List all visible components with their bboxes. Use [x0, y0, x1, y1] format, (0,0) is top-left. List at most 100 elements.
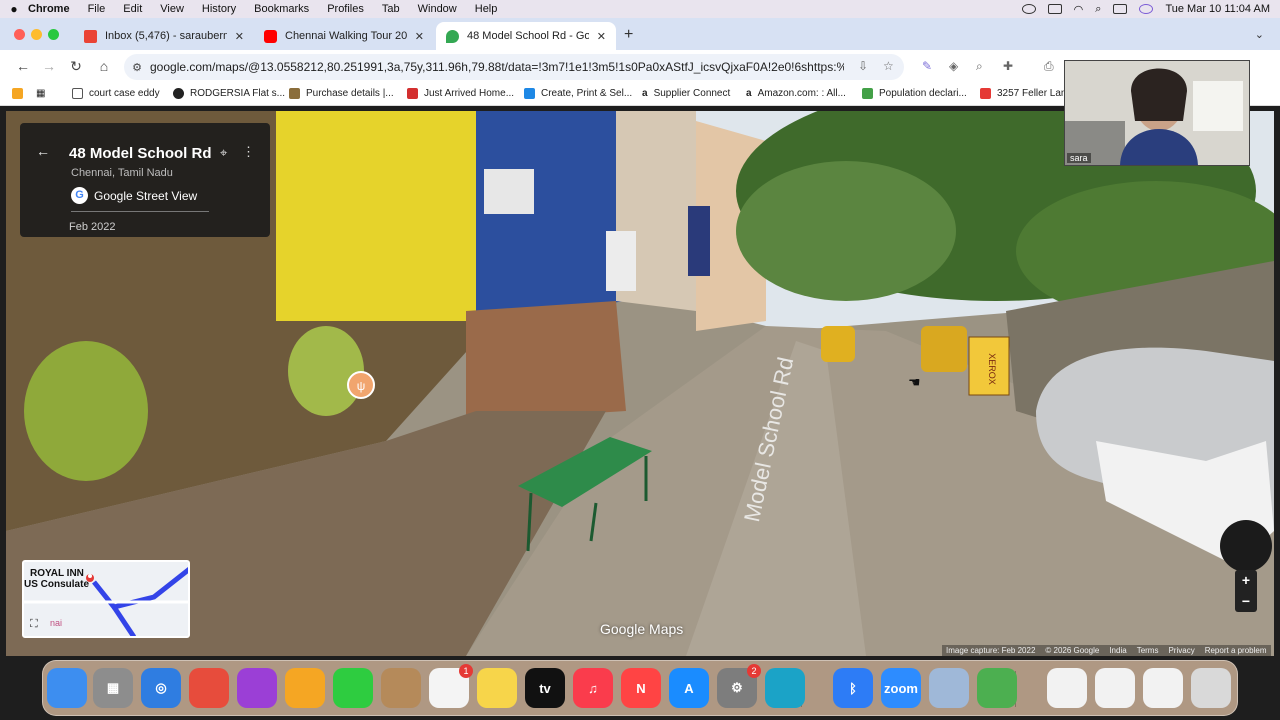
address-bar[interactable]: ⚙ google.com/maps/@13.0558212,80.251991,… — [124, 54, 904, 80]
divider — [71, 211, 209, 212]
more-options-icon[interactable]: ⋮ — [242, 144, 255, 160]
play-status-icon[interactable] — [1021, 4, 1036, 14]
dock-app-store-icon[interactable]: A — [669, 668, 709, 708]
dock-news-icon[interactable]: N — [621, 668, 661, 708]
forward-icon[interactable]: → — [40, 58, 58, 74]
privacy-link[interactable]: Privacy — [1168, 645, 1194, 656]
apps-grid-icon[interactable]: ▦ — [36, 88, 45, 99]
dock-contacts-icon[interactable] — [381, 668, 421, 708]
dock-chrome-icon[interactable] — [189, 668, 229, 708]
dock-notes-icon[interactable] — [477, 668, 517, 708]
bookmark-item[interactable]: Purchase details |... — [289, 88, 394, 99]
capture-date-selector[interactable]: Feb 2022 — [69, 221, 115, 233]
dock-bluetooth-icon[interactable]: ᛒ — [833, 668, 873, 708]
terms-link[interactable]: Terms — [1137, 645, 1159, 656]
shield-extension-icon[interactable]: ◈ — [949, 59, 958, 73]
extensions-puzzle-icon[interactable]: ✚ — [1003, 59, 1013, 73]
home-icon[interactable]: ⌂ — [95, 58, 113, 74]
site-info-icon[interactable]: ⚙ — [124, 61, 150, 74]
print-icon[interactable]: ⎙ — [1044, 59, 1054, 74]
dock-photos-icon[interactable] — [285, 668, 325, 708]
zoom-in-button[interactable]: + — [1235, 570, 1257, 591]
zoom-window-button[interactable] — [48, 29, 59, 40]
dock-doc-3-icon[interactable] — [1143, 668, 1183, 708]
clock[interactable]: Tue Mar 10 11:04 AM — [1165, 3, 1270, 15]
install-app-icon[interactable]: ⇩ — [858, 59, 868, 73]
report-problem-link[interactable]: Report a problem — [1205, 645, 1267, 656]
minimize-window-button[interactable] — [31, 29, 42, 40]
tab-gmail[interactable]: Inbox (5,476) - saraubermian ✕ — [74, 22, 254, 50]
menu-profiles[interactable]: Profiles — [327, 3, 364, 15]
close-window-button[interactable] — [14, 29, 25, 40]
menu-help[interactable]: Help — [475, 3, 498, 15]
bookmark-item[interactable]: Just Arrived Home... — [407, 88, 514, 99]
zoom-lens-icon[interactable]: ⌕ — [976, 59, 983, 74]
bookmark-folder-icon[interactable] — [12, 88, 29, 99]
menu-history[interactable]: History — [202, 3, 236, 15]
dock-reminders-icon[interactable]: 1 — [429, 664, 473, 708]
street-view-panorama[interactable]: XEROX Model School Rd ψ ← 48 Model Schoo… — [6, 111, 1274, 656]
bookmark-item[interactable]: 3257 Feller Lane — [980, 88, 1072, 99]
menu-tab[interactable]: Tab — [382, 3, 400, 15]
bookmark-item[interactable]: court case eddy — [72, 88, 160, 99]
dock-tv-icon[interactable]: tv — [525, 668, 565, 708]
close-tab-icon[interactable]: ✕ — [415, 30, 424, 43]
dock-doc-1-icon[interactable] — [1047, 668, 1087, 708]
map-label: nai — [50, 618, 63, 628]
webcam-overlay[interactable]: sara — [1064, 60, 1250, 166]
dock-battery-icon[interactable] — [977, 668, 1017, 708]
dock-podcasts-icon[interactable] — [237, 668, 277, 708]
close-tab-icon[interactable]: ✕ — [597, 30, 606, 43]
dock-music-icon[interactable]: ♫ — [573, 668, 613, 708]
dock-launchpad-icon[interactable]: ▦ — [93, 668, 133, 708]
location-info-card: ← 48 Model School Rd ⌖ ⋮ Chennai, Tamil … — [20, 123, 270, 237]
close-tab-icon[interactable]: ✕ — [235, 30, 244, 43]
app-glyph: A — [684, 680, 694, 696]
menu-file[interactable]: File — [88, 3, 106, 15]
pen-extension-icon[interactable]: ✎ — [922, 59, 932, 73]
location-pin-icon[interactable]: ⌖ — [220, 145, 227, 161]
mini-map[interactable]: ROYAL INN US Consulate ⛶ nai — [22, 560, 190, 638]
menu-window[interactable]: Window — [418, 3, 457, 15]
new-tab-icon[interactable]: + — [624, 26, 633, 44]
dock-zoom-icon[interactable]: zoom — [881, 668, 921, 708]
search-icon[interactable]: ⌕ — [1095, 3, 1101, 16]
dock-preview-icon[interactable] — [929, 668, 969, 708]
menu-view[interactable]: View — [160, 3, 184, 15]
back-arrow-icon[interactable]: ← — [36, 143, 50, 159]
dock-finder-icon[interactable] — [47, 668, 87, 708]
screen-icon[interactable] — [1047, 4, 1062, 14]
menu-edit[interactable]: Edit — [123, 3, 142, 15]
menu-chrome[interactable]: Chrome — [28, 3, 70, 15]
zoom-out-button[interactable]: − — [1235, 591, 1257, 612]
dock-facetime-icon[interactable] — [333, 668, 373, 708]
back-icon[interactable]: ← — [14, 58, 32, 74]
bookmark-star-icon[interactable]: ☆ — [883, 59, 894, 73]
tab-youtube[interactable]: Chennai Walking Tour 2026 - ✕ — [254, 22, 434, 50]
folder-icon — [72, 88, 83, 99]
bookmark-item[interactable]: a Supplier Connect — [642, 88, 730, 99]
dock-doc-2-icon[interactable] — [1095, 668, 1135, 708]
dock-system-settings-icon[interactable]: ⚙ 2 — [717, 664, 761, 708]
control-center-icon[interactable] — [1113, 4, 1128, 14]
tab-search-chevron-icon[interactable]: ⌄ — [1255, 28, 1264, 41]
bookmark-item[interactable]: Create, Print & Sel... — [524, 88, 632, 99]
google-logo-icon: G — [71, 187, 88, 204]
bookmark-item[interactable]: RODGERSIA Flat s... — [173, 88, 285, 99]
apple-menu-icon[interactable]: ● — [0, 2, 28, 16]
tab-maps[interactable]: 48 Model School Rd - Google ✕ — [436, 22, 616, 50]
dock-trash-icon[interactable] — [1191, 668, 1231, 708]
reload-icon[interactable]: ↻ — [67, 58, 85, 75]
dock-safari-icon[interactable]: ◎ — [141, 668, 181, 708]
bookmark-item[interactable]: Population declari... — [862, 88, 967, 99]
url-text[interactable]: google.com/maps/@13.0558212,80.251991,3a… — [150, 60, 844, 74]
region-link[interactable]: India — [1109, 645, 1126, 656]
site-icon — [289, 88, 300, 99]
bookmark-item[interactable]: a Amazon.com: : All... — [746, 88, 846, 99]
menu-bookmarks[interactable]: Bookmarks — [254, 3, 309, 15]
expand-map-icon[interactable]: ⛶ — [30, 618, 38, 631]
siri-icon[interactable] — [1139, 4, 1154, 14]
app-glyph: ◎ — [155, 680, 167, 695]
wifi-icon[interactable]: ◠ — [1074, 3, 1084, 16]
dock-edge-icon[interactable] — [765, 668, 805, 708]
